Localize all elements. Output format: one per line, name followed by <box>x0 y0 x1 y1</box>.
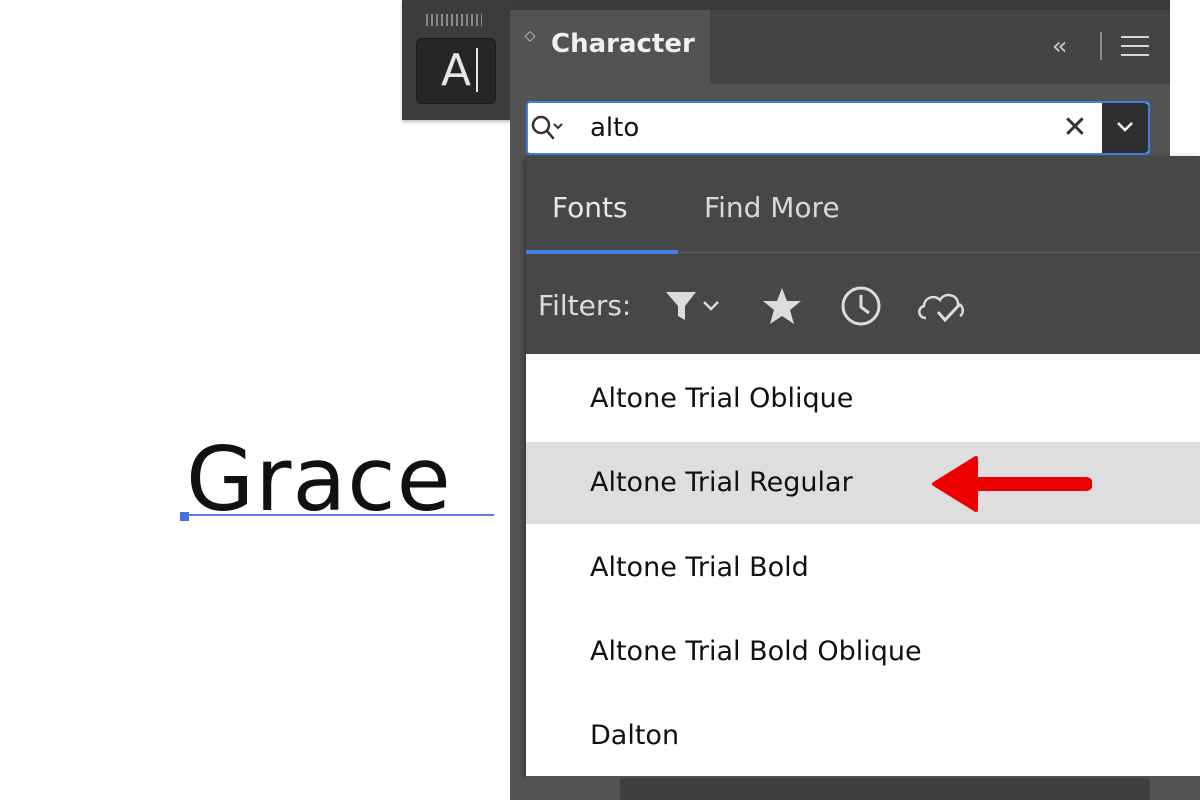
tab-find-more[interactable]: Find More <box>704 188 840 228</box>
font-list-item-selected[interactable]: Altone Trial Regular <box>526 442 1200 524</box>
font-list-item[interactable]: Altone Trial Oblique <box>526 358 1200 440</box>
panel-menu-icon[interactable] <box>1121 36 1149 58</box>
filters-label: Filters: <box>538 289 632 322</box>
clock-icon[interactable] <box>838 286 884 326</box>
clear-search-icon[interactable]: ✕ <box>1060 113 1090 143</box>
search-input[interactable] <box>590 106 1040 150</box>
font-list-item[interactable]: Altone Trial Bold Oblique <box>526 611 1200 693</box>
panel-top-bar <box>510 0 1170 10</box>
chevron-down-icon <box>1117 122 1133 132</box>
panel-grip-handle[interactable] <box>426 14 482 26</box>
tab-fonts[interactable]: Fonts <box>552 188 628 228</box>
star-icon[interactable] <box>760 286 804 326</box>
font-dropdown-button[interactable] <box>1102 103 1148 153</box>
type-tool-icon: A <box>440 45 472 96</box>
filter-icon[interactable] <box>664 286 726 326</box>
active-tab-indicator <box>526 250 678 254</box>
font-list-item[interactable]: Altone Trial Bold <box>526 527 1200 609</box>
obscured-field <box>620 778 1150 800</box>
panel-title: Character <box>551 29 695 59</box>
collapse-panel-icon[interactable]: ‹‹ <box>1052 30 1067 62</box>
text-anchor-point[interactable] <box>180 512 189 521</box>
font-list-item[interactable]: Dalton <box>526 695 1200 777</box>
type-tool-button[interactable]: A <box>416 38 496 104</box>
tab-divider <box>678 252 1200 253</box>
search-icon[interactable] <box>530 114 564 144</box>
text-baseline <box>184 514 494 516</box>
red-arrow-annotation <box>930 454 1093 514</box>
tab-expand-icon[interactable]: ◇ <box>522 28 538 60</box>
text-cursor-icon <box>476 48 478 92</box>
cloud-check-icon[interactable] <box>914 286 970 326</box>
tabbar-divider <box>1100 32 1102 60</box>
